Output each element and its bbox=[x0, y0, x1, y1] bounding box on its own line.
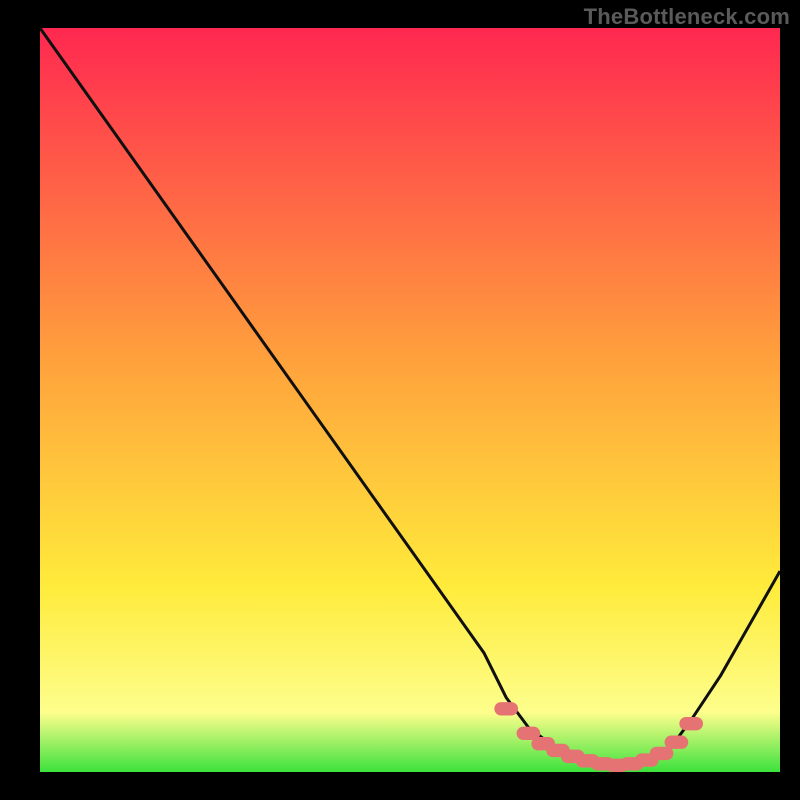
chart-plot-area bbox=[40, 28, 780, 772]
watermark-text: TheBottleneck.com bbox=[584, 4, 790, 30]
page-root: TheBottleneck.com bbox=[0, 0, 800, 800]
chart-background-gradient bbox=[40, 28, 780, 772]
